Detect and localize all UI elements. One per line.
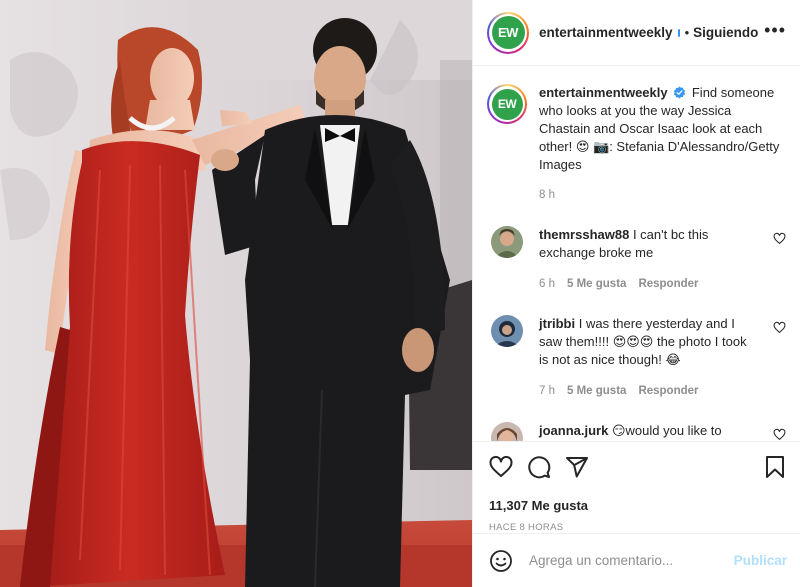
comment-icon[interactable] xyxy=(527,455,551,479)
comments-section[interactable]: EW entertainmentweekly Find someone who … xyxy=(473,66,800,441)
post-sidebar: EW entertainmentweekly • Siguiendo ••• E… xyxy=(472,0,800,587)
commenter-avatar[interactable] xyxy=(491,226,523,258)
commenter-avatar[interactable] xyxy=(491,315,523,347)
post-comment-button[interactable]: Publicar xyxy=(734,553,787,568)
more-options-icon[interactable]: ••• xyxy=(764,21,786,45)
comment-input[interactable] xyxy=(529,553,719,568)
share-icon[interactable] xyxy=(565,455,589,479)
header-separator: • xyxy=(684,25,690,40)
caption-avatar[interactable]: EW xyxy=(487,84,527,124)
reply-button[interactable]: Responder xyxy=(638,382,698,400)
caption-time[interactable]: 8 h xyxy=(539,186,786,204)
comment-meta: 6 h 5 Me gusta Responder xyxy=(539,275,751,293)
likes-count[interactable]: 11,307 Me gusta xyxy=(489,498,787,513)
ew-logo: EW xyxy=(491,88,523,120)
caption-username[interactable]: entertainmentweekly xyxy=(539,85,668,100)
comment-item: themrsshaw88 I can't bc this exchange br… xyxy=(487,226,786,293)
post-timestamp[interactable]: HACE 8 HORAS xyxy=(489,522,787,533)
comment-username[interactable]: jtribbi xyxy=(539,316,575,331)
like-comment-heart-icon[interactable] xyxy=(773,232,786,245)
following-button[interactable]: Siguiendo xyxy=(693,25,758,40)
post-caption: EW entertainmentweekly Find someone who … xyxy=(487,84,786,204)
comment-text: 😏would you like to xyxy=(611,423,722,438)
action-icons xyxy=(489,454,787,480)
header-username[interactable]: entertainmentweekly xyxy=(539,25,673,40)
comment-meta: 7 h 5 Me gusta Responder xyxy=(539,382,751,400)
verified-badge-icon xyxy=(674,86,686,99)
comment-item: jtribbi I was there yesterday and I saw … xyxy=(487,315,786,400)
like-comment-heart-icon[interactable] xyxy=(773,321,786,334)
story-indicator-icon xyxy=(677,28,680,37)
avatar-ring: EW xyxy=(489,13,527,52)
bookmark-icon[interactable] xyxy=(763,455,787,479)
reply-button[interactable]: Responder xyxy=(638,275,698,293)
comment-body: themrsshaw88 I can't bc this exchange br… xyxy=(539,226,751,293)
comment-time[interactable]: 7 h xyxy=(539,382,555,400)
comment-likes[interactable]: 5 Me gusta xyxy=(567,382,626,400)
post-header: EW entertainmentweekly • Siguiendo ••• xyxy=(473,0,800,66)
instagram-post: EW entertainmentweekly • Siguiendo ••• E… xyxy=(0,0,800,587)
comment-body: joanna.jurk 😏would you like to xyxy=(539,422,751,441)
like-comment-heart-icon[interactable] xyxy=(773,428,786,441)
comment-item: joanna.jurk 😏would you like to xyxy=(487,422,786,441)
red-carpet-photo xyxy=(0,0,472,587)
emoji-icon[interactable] xyxy=(489,549,513,573)
post-photo[interactable] xyxy=(0,0,472,587)
comment-username[interactable]: joanna.jurk xyxy=(539,423,608,438)
ew-logo: EW xyxy=(491,16,525,49)
comment-username[interactable]: themrsshaw88 xyxy=(539,227,629,242)
heart-icon[interactable] xyxy=(489,455,513,479)
post-actions: 11,307 Me gusta HACE 8 HORAS xyxy=(473,441,800,533)
comment-likes[interactable]: 5 Me gusta xyxy=(567,275,626,293)
comment-time[interactable]: 6 h xyxy=(539,275,555,293)
add-comment-bar: Publicar xyxy=(473,533,800,587)
comment-body: jtribbi I was there yesterday and I saw … xyxy=(539,315,751,400)
account-avatar[interactable]: EW xyxy=(487,11,529,54)
avatar-ring: EW xyxy=(489,86,525,122)
commenter-avatar[interactable] xyxy=(491,422,523,441)
caption-body: entertainmentweekly Find someone who loo… xyxy=(539,84,786,204)
